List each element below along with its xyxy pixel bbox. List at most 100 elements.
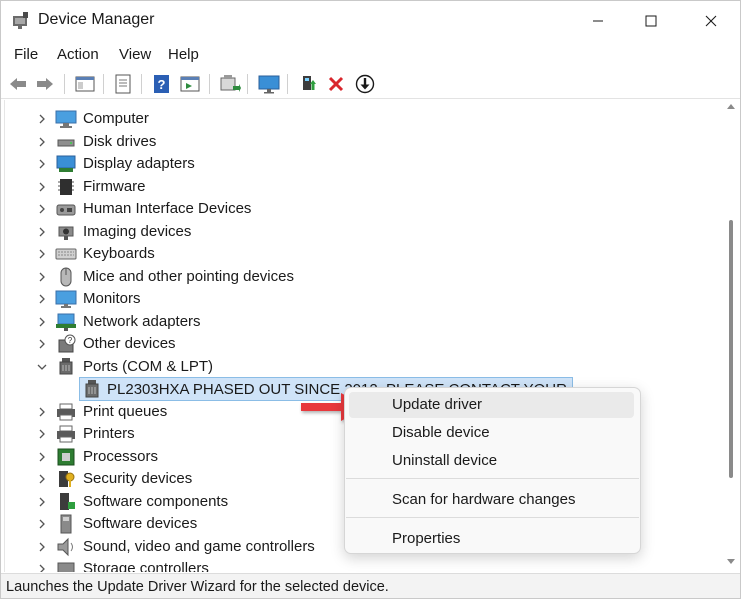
processor-icon	[57, 448, 75, 466]
properties-button[interactable]	[111, 72, 135, 96]
scan-hardware-icon	[220, 75, 241, 92]
menu-item-scan-hardware[interactable]: Scan for hardware changes	[349, 487, 634, 513]
tree-category-label: Other devices	[83, 335, 176, 352]
update-driver-toolbar-button[interactable]	[297, 72, 321, 96]
tree-category-keyboards[interactable]: Keyboards	[5, 243, 705, 265]
action-pane-button[interactable]	[178, 72, 202, 96]
show-hide-tree-button[interactable]	[73, 72, 97, 96]
scan-hardware-button[interactable]	[218, 72, 242, 96]
tree-category-storage-controllers[interactable]: Storage controllers	[5, 558, 705, 572]
scrollbar-thumb[interactable]	[729, 220, 733, 478]
tree-category-label: Computer	[83, 110, 149, 127]
chevron-right-icon[interactable]	[36, 181, 48, 193]
tree-category-label: Print queues	[83, 403, 168, 420]
tree-category-firmware[interactable]: Firmware	[5, 176, 705, 198]
chevron-right-icon[interactable]	[36, 271, 48, 283]
tree-category-disk-drives[interactable]: Disk drives	[5, 131, 705, 153]
menu-action[interactable]: Action	[57, 46, 99, 63]
forward-button[interactable]	[33, 72, 57, 96]
action-pane-icon	[180, 76, 200, 92]
menu-view[interactable]: View	[119, 46, 151, 63]
properties-icon	[115, 74, 131, 94]
scroll-down-icon[interactable]	[726, 558, 736, 566]
chevron-right-icon[interactable]	[36, 541, 48, 553]
chevron-right-icon[interactable]	[36, 293, 48, 305]
chevron-right-icon[interactable]	[36, 496, 48, 508]
back-arrow-icon	[10, 78, 26, 90]
tree-category-display-adapters[interactable]: Display adapters	[5, 153, 705, 175]
chevron-right-icon[interactable]	[36, 338, 48, 350]
toolbar-separator	[103, 74, 104, 94]
device-manager-icon	[13, 12, 28, 29]
svg-text:?: ?	[158, 77, 166, 92]
disable-device-button[interactable]	[353, 72, 377, 96]
chevron-right-icon[interactable]	[36, 428, 48, 440]
menu-item-update-driver[interactable]: Update driver	[349, 392, 634, 418]
back-button[interactable]	[6, 72, 30, 96]
chevron-right-icon[interactable]	[36, 136, 48, 148]
close-button[interactable]	[688, 1, 734, 41]
tree-category-label: Software components	[83, 493, 229, 510]
chevron-right-icon[interactable]	[36, 113, 48, 125]
tree-category-other-devices[interactable]: ? Other devices	[5, 333, 705, 355]
tree-category-hid[interactable]: Human Interface Devices	[5, 198, 705, 220]
chevron-right-icon[interactable]	[36, 158, 48, 170]
chevron-right-icon[interactable]	[36, 316, 48, 328]
menu-separator	[346, 478, 639, 479]
tree-category-mice[interactable]: Mice and other pointing devices	[5, 266, 705, 288]
computer-icon	[55, 110, 77, 128]
toolbar-separator	[247, 74, 248, 94]
menu-item-properties[interactable]: Properties	[349, 526, 634, 552]
menu-item-label: Scan for hardware changes	[392, 491, 576, 508]
tree-category-ports[interactable]: Ports (COM & LPT)	[5, 356, 705, 378]
mouse-icon	[60, 267, 72, 287]
vertical-scrollbar[interactable]	[722, 100, 740, 572]
menu-file[interactable]: File	[14, 46, 38, 63]
disable-device-icon	[355, 74, 375, 94]
menu-item-label: Uninstall device	[392, 452, 498, 469]
security-device-icon	[59, 471, 75, 487]
chevron-right-icon[interactable]	[36, 473, 48, 485]
scroll-up-icon[interactable]	[726, 102, 736, 110]
chevron-down-icon[interactable]	[36, 361, 48, 373]
maximize-button[interactable]	[628, 1, 674, 41]
tree-category-label: Ports (COM & LPT)	[83, 358, 214, 375]
tree-category-imaging[interactable]: Imaging devices	[5, 221, 705, 243]
chevron-right-icon[interactable]	[36, 226, 48, 238]
uninstall-device-button[interactable]	[324, 72, 348, 96]
menu-item-disable-device[interactable]: Disable device	[349, 420, 634, 446]
status-bar: Launches the Update Driver Wizard for th…	[1, 573, 740, 598]
help-button[interactable]: ?	[150, 72, 174, 96]
minimize-button[interactable]	[575, 1, 621, 41]
tree-category-network-adapters[interactable]: Network adapters	[5, 311, 705, 333]
tree-category-label: Display adapters	[83, 155, 195, 172]
chevron-right-icon[interactable]	[36, 563, 48, 572]
speaker-icon	[57, 537, 73, 557]
tree-category-label: Network adapters	[83, 313, 201, 330]
software-component-icon	[60, 493, 75, 510]
chevron-right-icon[interactable]	[36, 203, 48, 215]
menu-item-uninstall-device[interactable]: Uninstall device	[349, 448, 634, 474]
tree-category-label: Imaging devices	[83, 223, 192, 240]
menu-help[interactable]: Help	[168, 46, 199, 63]
tree-category-label: Monitors	[83, 290, 141, 307]
chevron-right-icon[interactable]	[36, 451, 48, 463]
storage-controller-icon	[57, 562, 75, 572]
menu-item-label: Update driver	[392, 396, 483, 413]
chevron-right-icon[interactable]	[36, 518, 48, 530]
monitor-icon	[55, 290, 77, 308]
tree-category-label: Firmware	[83, 178, 146, 195]
chevron-right-icon[interactable]	[36, 248, 48, 260]
tree-category-monitors[interactable]: Monitors	[5, 288, 705, 310]
minimize-icon	[593, 20, 603, 22]
toolbar-separator	[209, 74, 210, 94]
display-button[interactable]	[257, 72, 281, 96]
toolbar: ?	[1, 69, 740, 99]
tree-category-label: Sound, video and game controllers	[83, 538, 315, 555]
tree-category-label: Keyboards	[83, 245, 155, 262]
tree-category-label: Storage controllers	[83, 560, 209, 572]
close-icon	[705, 15, 717, 27]
title-bar: Device Manager	[1, 1, 740, 41]
tree-category-computer[interactable]: Computer	[5, 108, 705, 130]
chevron-right-icon[interactable]	[36, 406, 48, 418]
